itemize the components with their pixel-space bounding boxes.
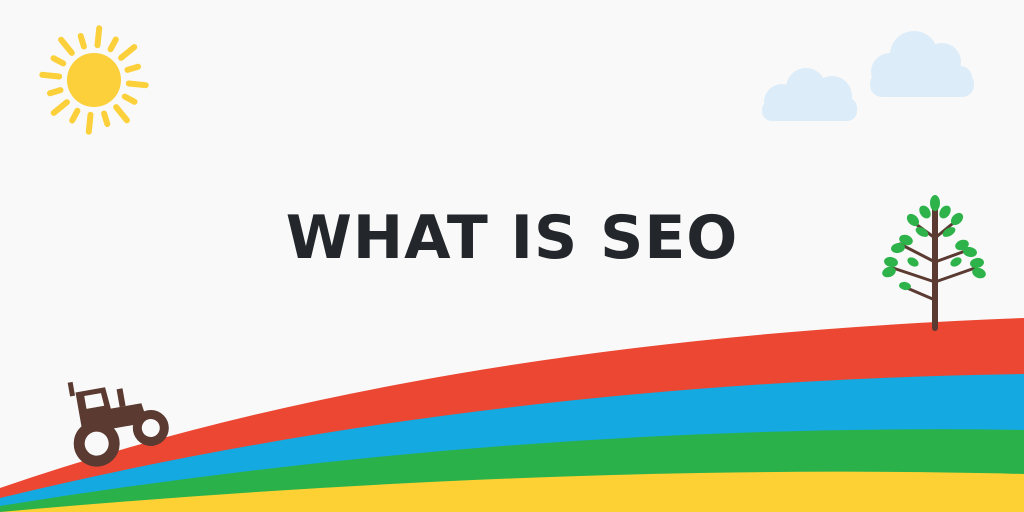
page-title: WHAT IS SEO	[285, 203, 739, 273]
sun-ray	[85, 111, 94, 135]
sun-ray	[39, 71, 63, 80]
cloud-icon	[762, 31, 974, 121]
sun-ray	[50, 99, 70, 116]
sun-ray	[118, 44, 138, 61]
sun-ray	[113, 104, 130, 124]
sun-ray	[124, 63, 141, 73]
sun-icon	[39, 25, 149, 135]
sun-ray	[94, 25, 103, 49]
sun-ray	[107, 36, 119, 53]
sun-ray	[125, 80, 149, 89]
sun-ray	[50, 55, 67, 67]
sun-ray	[77, 33, 87, 50]
sun-ray	[69, 107, 81, 124]
sun-ray	[47, 87, 64, 97]
sun-ray	[58, 36, 75, 56]
sun-ray	[101, 110, 111, 127]
sun-ray	[121, 93, 138, 105]
